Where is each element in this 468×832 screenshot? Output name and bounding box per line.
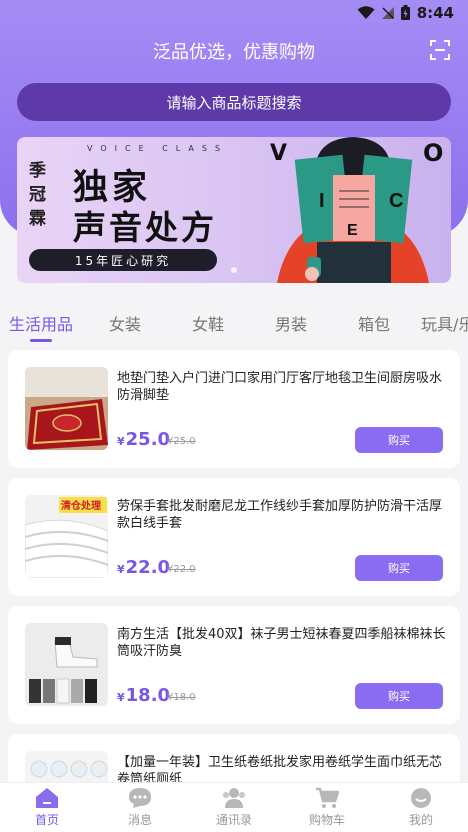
contacts-icon [223,788,245,808]
nav-messages[interactable]: 消息 [110,787,170,828]
book-letter-c: C [389,190,403,212]
book-letter-i: I [319,190,325,212]
nav-home[interactable]: 首页 [17,787,77,828]
banner-illustration: I C E [277,137,429,283]
bottom-navigation: 首页 消息 通讯录 购物车 我的 [0,782,468,832]
thumb-tag: 清仓处理 [61,499,101,512]
product-name: 南方生活【批发40双】袜子男士短袜春夏四季船袜棉袜长筒吸汗防臭 [117,627,446,659]
book-letter-e: E [347,222,358,239]
nav-profile-label: 我的 [408,813,433,827]
category-tabs: 生活用品 女装 女鞋 男装 箱包 玩具/乐 [0,305,468,342]
product-price: ¥22.0 [117,557,170,578]
tab-womens-clothing[interactable]: 女装 [109,311,141,335]
price-value: 25.0 [125,429,171,450]
banner-voice-text: VOICE CLASS [87,144,229,153]
banner-vertical-text: 季冠霖 [29,161,46,229]
cart-icon [316,787,339,808]
tab-womens-shoes[interactable]: 女鞋 [192,311,224,335]
buy-button[interactable]: 购买 [355,683,443,709]
buy-button[interactable]: 购买 [355,555,443,581]
product-price: ¥18.0 [117,685,170,706]
nav-cart[interactable]: 购物车 [297,787,357,828]
currency-symbol: ¥ [117,435,125,448]
nav-contacts-label: 通讯录 [215,813,252,827]
original-price: ¥25.0 [167,436,196,447]
page-title: 泛品优选，优惠购物 [153,42,315,63]
no-signal-icon [382,6,394,19]
original-price: ¥18.0 [167,692,196,703]
product-thumbnail: 清仓处理 [25,495,108,578]
status-icons [357,5,410,20]
price-value: 18.0 [125,685,171,706]
currency-symbol: ¥ [117,691,125,704]
promo-banner[interactable]: VOICE CLASS 季冠霖 独家 声音处方 15年匠心研究 V O I C … [17,137,451,283]
product-card[interactable]: 地垫门垫入户门进门口家用门厅客厅地毯卫生间厨房吸水防滑脚垫 ¥25.0 ¥25.… [8,350,460,468]
app-screen: 8:44 泛品优选，优惠购物 请输入商品标题搜索 VOICE CLASS 季冠霖… [0,0,468,832]
original-price: ¥22.0 [167,564,196,575]
product-card[interactable]: 南方生活【批发40双】袜子男士短袜春夏四季船袜棉袜长筒吸汗防臭 ¥18.0 ¥1… [8,606,460,724]
status-time: 8:44 [416,4,454,22]
product-thumbnail [25,623,108,706]
price-value: 22.0 [125,557,171,578]
nav-contacts[interactable]: 通讯录 [204,787,264,828]
product-thumbnail [25,367,108,450]
tab-mens-clothing[interactable]: 男装 [275,311,307,335]
tab-daily-goods[interactable]: 生活用品 [9,311,73,335]
message-icon [129,788,151,808]
search-bar[interactable]: 请输入商品标题搜索 [17,83,451,121]
product-name: 劳保手套批发耐磨尼龙工作线纱手套加厚防护防滑干活厚款白线手套 [117,499,443,531]
profile-icon [411,788,431,808]
product-price: ¥25.0 [117,429,170,450]
status-bar: 8:44 [0,0,468,26]
nav-cart-label: 购物车 [308,813,345,827]
nav-messages-label: 消息 [127,813,152,827]
currency-symbol: ¥ [117,563,125,576]
tab-toys[interactable]: 玩具/乐 [421,311,468,335]
scan-icon[interactable] [430,40,450,60]
tab-indicator [30,339,52,342]
wifi-icon [357,5,375,19]
home-icon [36,788,58,808]
tab-bags[interactable]: 箱包 [358,311,390,335]
banner-headline-2: 声音处方 [73,208,217,247]
nav-home-label: 首页 [34,813,59,827]
battery-icon [401,5,410,20]
nav-profile[interactable]: 我的 [391,787,451,828]
banner-indicator[interactable] [231,267,237,273]
buy-button[interactable]: 购买 [355,427,443,453]
product-card[interactable]: 清仓处理 劳保手套批发耐磨尼龙工作线纱手套加厚防护防滑干活厚款白线手套 ¥22.… [8,478,460,596]
banner-pill: 15年匠心研究 [29,249,217,271]
product-name: 地垫门垫入户门进门口家用门厅客厅地毯卫生间厨房吸水防滑脚垫 [117,371,443,403]
